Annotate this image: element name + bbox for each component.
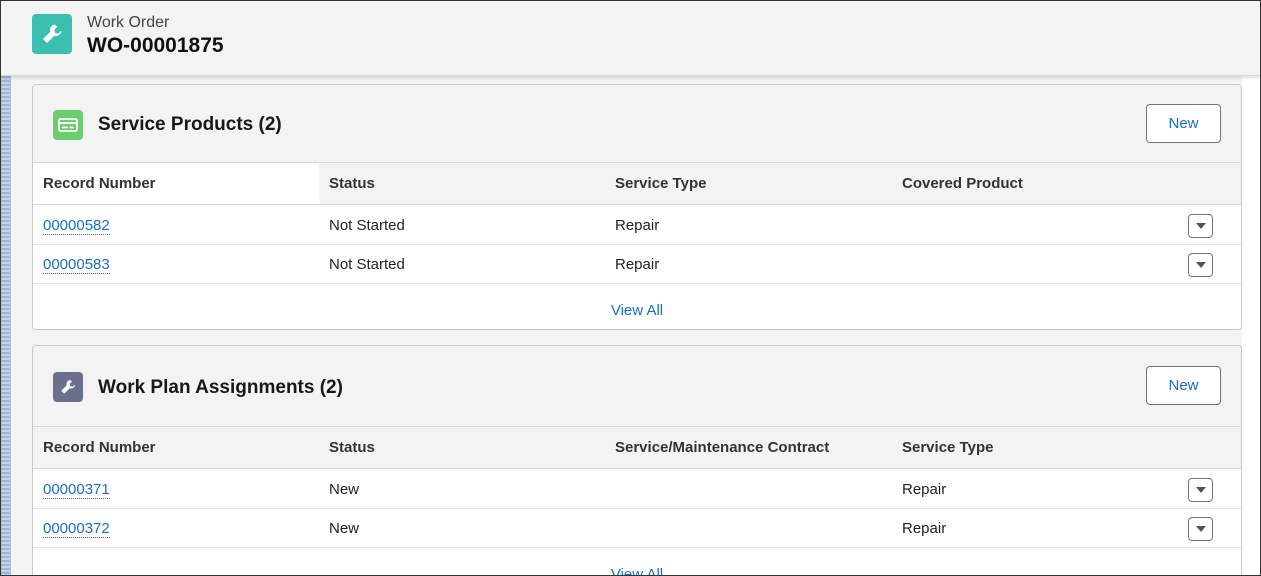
column-header-record-number[interactable]: Record Number [33, 163, 319, 204]
status-cell: New [329, 520, 360, 537]
service-type-cell: Repair [615, 256, 660, 273]
right-gutter [1242, 76, 1260, 575]
row-actions-button[interactable] [1188, 478, 1213, 502]
card-header: Work Plan Assignments (2) New [33, 346, 1241, 427]
column-header-record-number[interactable]: Record Number [33, 427, 319, 468]
service-type-cell: Repair [615, 217, 660, 234]
column-header-service-type[interactable]: Service Type [605, 163, 891, 204]
service-products-card: Service Products (2) New Record Number S… [32, 84, 1242, 330]
row-actions-button[interactable] [1188, 214, 1213, 238]
table-header: Record Number Status Service/Maintenance… [33, 427, 1241, 469]
product-card-icon [53, 110, 83, 140]
chevron-down-icon [1195, 487, 1206, 493]
status-cell: New [329, 481, 360, 498]
object-type-label: Work Order [87, 14, 170, 31]
chevron-down-icon [1195, 262, 1206, 268]
table-row: 00000372 New Repair [33, 509, 1241, 548]
column-header-status[interactable]: Status [319, 427, 605, 468]
left-scroll-gutter [1, 76, 11, 575]
chevron-down-icon [1195, 223, 1206, 229]
table-row: 00000582 Not Started Repair [33, 206, 1241, 245]
column-header-contract[interactable]: Service/Maintenance Contract [605, 427, 891, 468]
view-all-work-plan-assignments-link[interactable]: View All [33, 548, 1241, 575]
record-number-link[interactable]: 00000583 [33, 245, 110, 284]
work-order-page: Work Order WO-00001875 Service Products … [0, 0, 1261, 576]
row-actions-button[interactable] [1188, 253, 1213, 277]
card-header: Service Products (2) New [33, 85, 1241, 163]
related-lists: Service Products (2) New Record Number S… [11, 76, 1242, 575]
record-number-link[interactable]: 00000582 [33, 206, 110, 245]
status-cell: Not Started [329, 256, 405, 273]
record-header: Work Order WO-00001875 [1, 1, 1260, 76]
wrench-icon [32, 14, 72, 54]
table-header: Record Number Status Service Type Covere… [33, 163, 1241, 205]
service-type-cell: Repair [902, 520, 947, 537]
work-plan-assignments-card: Work Plan Assignments (2) New Record Num… [32, 345, 1242, 575]
card-title[interactable]: Work Plan Assignments (2) [98, 377, 343, 399]
column-header-covered-product[interactable]: Covered Product [892, 163, 1178, 204]
new-service-product-button[interactable]: New [1146, 104, 1221, 143]
wrench-icon [53, 372, 83, 402]
service-type-cell: Repair [902, 481, 947, 498]
contract-cell [605, 509, 615, 548]
contract-cell [605, 470, 615, 509]
record-number-link[interactable]: 00000372 [33, 509, 110, 548]
chevron-down-icon [1195, 526, 1206, 532]
row-actions-button[interactable] [1188, 517, 1213, 541]
column-header-status[interactable]: Status [319, 163, 605, 204]
record-title: WO-00001875 [87, 34, 224, 57]
new-work-plan-assignment-button[interactable]: New [1146, 366, 1221, 405]
record-number-link[interactable]: 00000371 [33, 470, 110, 509]
view-all-service-products-link[interactable]: View All [33, 284, 1241, 329]
card-title[interactable]: Service Products (2) [98, 114, 282, 136]
column-header-service-type[interactable]: Service Type [892, 427, 1178, 468]
table-row: 00000583 Not Started Repair [33, 245, 1241, 284]
status-cell: Not Started [329, 217, 405, 234]
covered-product-cell [892, 206, 902, 245]
table-row: 00000371 New Repair [33, 470, 1241, 509]
covered-product-cell [892, 245, 902, 284]
